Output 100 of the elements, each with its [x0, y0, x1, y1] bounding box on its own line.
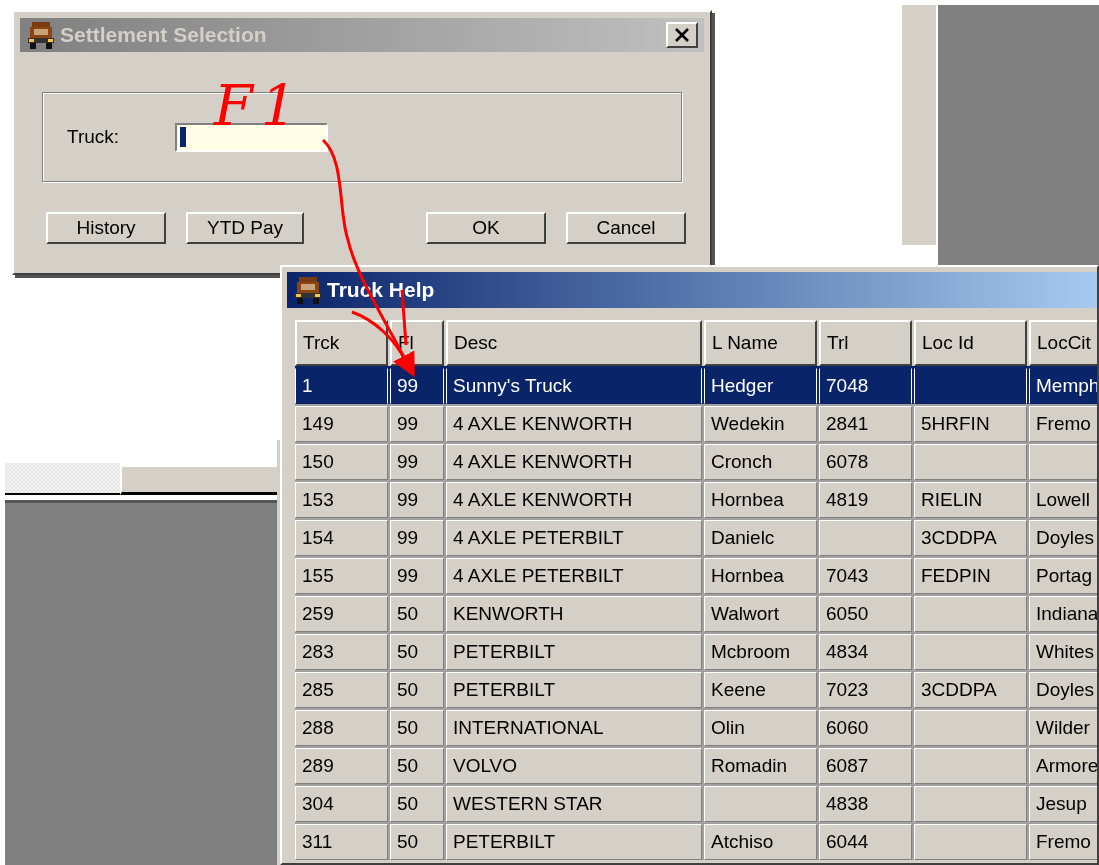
table-cell: 3CDDPA [914, 672, 1027, 708]
table-cell: 7023 [819, 672, 912, 708]
table-cell: VOLVO [446, 748, 702, 784]
dialog-button[interactable]: Cancel [566, 212, 686, 244]
table-row[interactable]: 289 50 VOLVO Romadin 6087 Armore [295, 746, 1097, 784]
table-row[interactable]: 155 99 4 AXLE PETERBILT Hornbea 7043 FEDPIN Portag [295, 556, 1097, 594]
table-cell: 289 [295, 748, 388, 784]
dialog-button[interactable]: History [46, 212, 166, 244]
table-cell: 4 AXLE KENWORTH [446, 444, 702, 480]
table-cell: 4819 [819, 482, 912, 518]
table-cell: Jesup [1029, 786, 1097, 822]
table-cell: Olin [704, 710, 817, 746]
table-cell: 99 [390, 406, 444, 442]
table-row[interactable]: 154 99 4 AXLE PETERBILT Danielc 3CDDPA Doyles [295, 518, 1097, 556]
table-cell: KENWORTH [446, 596, 702, 632]
table-cell: Lowell [1029, 482, 1097, 518]
handwritten-annotation: F1 [214, 78, 305, 134]
table-cell: 150 [295, 444, 388, 480]
table-cell: 6044 [819, 824, 912, 860]
table-cell: 99 [390, 520, 444, 556]
table-cell: 99 [390, 558, 444, 594]
table-cell: Romadin [704, 748, 817, 784]
table-cell: 5HRFIN [914, 406, 1027, 442]
table-cell: 4 AXLE KENWORTH [446, 482, 702, 518]
table-cell: 6060 [819, 710, 912, 746]
table-cell: Fremo [1029, 824, 1097, 860]
table-row[interactable]: 150 99 4 AXLE KENWORTH Cronch 6078 [295, 442, 1097, 480]
table-cell: 7048 [819, 368, 912, 404]
table-cell: 4 AXLE PETERBILT [446, 520, 702, 556]
column-header[interactable]: L Name [704, 320, 817, 366]
table-cell: Keene [704, 672, 817, 708]
table-cell: 99 [390, 482, 444, 518]
table-cell: Danielc [704, 520, 817, 556]
table-cell: 285 [295, 672, 388, 708]
table-cell: WESTERN STAR [446, 786, 702, 822]
table-cell: INTERNATIONAL [446, 710, 702, 746]
table-cell: Mcbroom [704, 634, 817, 670]
table-cell: 50 [390, 596, 444, 632]
table-row[interactable]: 304 50 WESTERN STAR 4838 Jesup [295, 784, 1097, 822]
table-row[interactable]: 153 99 4 AXLE KENWORTH Hornbea 4819 RIELIN Lowell [295, 480, 1097, 518]
table-cell: 6078 [819, 444, 912, 480]
table-cell: 50 [390, 786, 444, 822]
table-cell: 99 [390, 368, 444, 404]
table-cell: PETERBILT [446, 634, 702, 670]
table-cell: 6050 [819, 596, 912, 632]
table-cell: 149 [295, 406, 388, 442]
table-cell: Whites [1029, 634, 1097, 670]
table-cell: 3CDDPA [914, 520, 1027, 556]
column-header[interactable]: Desc [446, 320, 702, 366]
table-cell: FEDPIN [914, 558, 1027, 594]
table-cell: 4834 [819, 634, 912, 670]
table-cell: Armore [1029, 748, 1097, 784]
table-cell: PETERBILT [446, 672, 702, 708]
window-title: Settlement Selection [60, 22, 267, 49]
table-cell: 311 [295, 824, 388, 860]
table-cell: Hornbea [704, 482, 817, 518]
table-cell: 259 [295, 596, 388, 632]
table-cell: Walwort [704, 596, 817, 632]
column-header[interactable]: Trck [295, 320, 388, 366]
table-cell: 7043 [819, 558, 912, 594]
table-cell: 154 [295, 520, 388, 556]
table-cell: 4 AXLE PETERBILT [446, 558, 702, 594]
table-cell: Atchiso [704, 824, 817, 860]
column-header[interactable]: LocCit [1029, 320, 1097, 366]
table-cell: Cronch [704, 444, 817, 480]
table-cell: Wedekin [704, 406, 817, 442]
table-cell: Doyles [1029, 672, 1097, 708]
table-cell: 153 [295, 482, 388, 518]
table-cell: Wilder [1029, 710, 1097, 746]
column-header[interactable]: Trl [819, 320, 912, 366]
table-cell: 99 [390, 444, 444, 480]
table-row[interactable]: 285 50 PETERBILT Keene 7023 3CDDPA Doyles [295, 670, 1097, 708]
table-cell: 1 [295, 368, 388, 404]
table-cell: Hedger [704, 368, 817, 404]
table-cell: 6087 [819, 748, 912, 784]
field-label: Truck: [67, 124, 120, 149]
table-cell: 2841 [819, 406, 912, 442]
table-cell: PETERBILT [446, 824, 702, 860]
dialog-button[interactable]: YTD Pay [186, 212, 304, 244]
table-cell: Doyles [1029, 520, 1097, 556]
table-row[interactable]: 283 50 PETERBILT Mcbroom 4834 Whites [295, 632, 1097, 670]
table-cell: Portag [1029, 558, 1097, 594]
table-cell: 155 [295, 558, 388, 594]
table-row[interactable]: 149 99 4 AXLE KENWORTH Wedekin 2841 5HRFIN Fremo [295, 404, 1097, 442]
table-cell: 304 [295, 786, 388, 822]
dialog-button[interactable]: OK [426, 212, 546, 244]
table-row[interactable]: 288 50 INTERNATIONAL Olin 6060 Wilder [295, 708, 1097, 746]
table-cell: 50 [390, 634, 444, 670]
table-cell: 4838 [819, 786, 912, 822]
column-header[interactable]: Loc Id [914, 320, 1027, 366]
table-cell: Fremo [1029, 406, 1097, 442]
table-cell: 288 [295, 710, 388, 746]
table-cell: 283 [295, 634, 388, 670]
table-cell: Sunny's Truck [446, 368, 702, 404]
table-cell: 50 [390, 824, 444, 860]
table-row[interactable]: 311 50 PETERBILT Atchiso 6044 Fremo [295, 822, 1097, 860]
table-cell: 50 [390, 672, 444, 708]
table-cell: Hornbea [704, 558, 817, 594]
table-cell: 50 [390, 710, 444, 746]
table-cell: 50 [390, 748, 444, 784]
